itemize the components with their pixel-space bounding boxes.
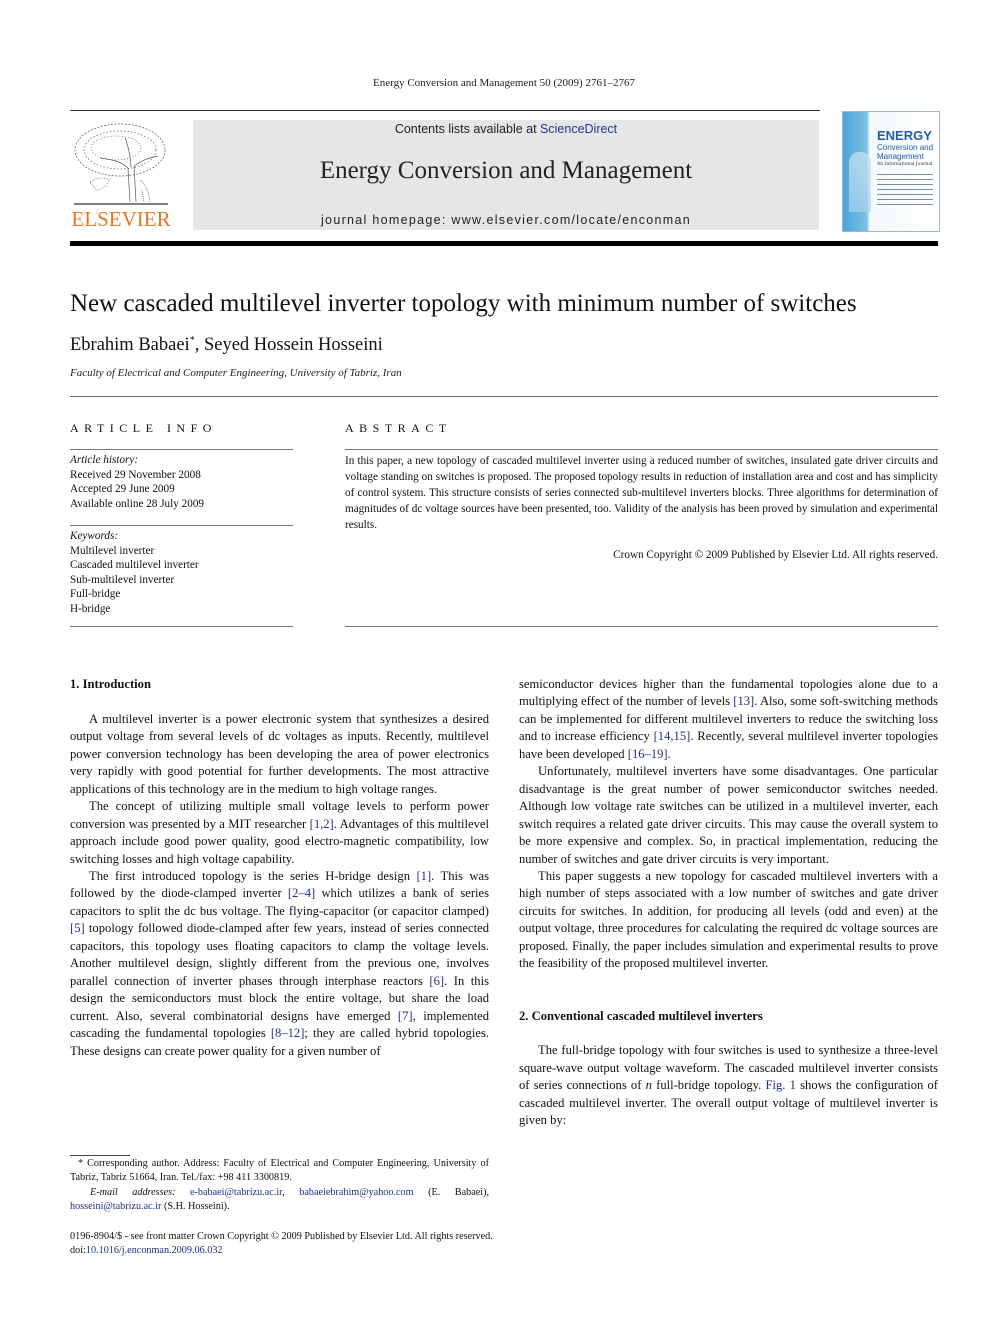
- divider: [345, 449, 938, 450]
- history-received: Received 29 November 2008: [70, 468, 201, 481]
- text-run: topology followed diode-clamped after fe…: [70, 921, 489, 988]
- publication-info: 0196-8904/$ - see front matter Crown Cop…: [70, 1230, 493, 1259]
- separator: ,: [282, 1186, 300, 1198]
- divider: [345, 626, 938, 627]
- issn-line: 0196-8904/$ - see front matter Crown Cop…: [70, 1231, 493, 1242]
- keyword: Sub-multilevel inverter: [70, 573, 175, 586]
- article-history: Article history: Received 29 November 20…: [70, 453, 204, 511]
- section-heading-introduction: 1. Introduction: [70, 677, 151, 691]
- paragraph: The concept of utilizing multiple small …: [70, 798, 489, 868]
- tree-icon: [74, 123, 168, 205]
- citation-link[interactable]: [14,15]: [654, 729, 691, 743]
- article-info-heading: ARTICLE INFO: [70, 421, 217, 435]
- citation-link[interactable]: [5]: [70, 921, 85, 935]
- cover-subtitle: Conversion and Management: [877, 143, 934, 161]
- figure-link[interactable]: Fig. 1: [766, 1078, 796, 1092]
- sciencedirect-link[interactable]: ScienceDirect: [540, 122, 617, 136]
- author-1[interactable]: Ebrahim Babaei: [70, 335, 190, 355]
- doi-label: doi:: [70, 1245, 86, 1257]
- elsevier-wordmark: ELSEVIER: [71, 207, 171, 231]
- paragraph-continued: semiconductor devices higher than the fu…: [519, 676, 938, 763]
- journal-banner: Contents lists available at ScienceDirec…: [193, 120, 819, 230]
- abstract-text: In this paper, a new topology of cascade…: [345, 455, 938, 531]
- keyword: Full-bridge: [70, 588, 121, 600]
- text-run: The first introduced topology is the ser…: [89, 868, 417, 883]
- keywords-label: Keywords:: [70, 530, 119, 542]
- citation-link[interactable]: [13]: [733, 694, 754, 708]
- email-label: E-mail addresses:: [90, 1186, 176, 1198]
- header-rule: [70, 110, 820, 111]
- cover-title: ENERGY: [877, 128, 932, 143]
- author-2[interactable]: , Seyed Hossein Hosseini: [195, 335, 383, 355]
- citation-link[interactable]: [1,2]: [310, 817, 334, 831]
- divider: [70, 525, 293, 526]
- citation-link[interactable]: [2–4]: [288, 886, 315, 900]
- paragraph: This paper suggests a new topology for c…: [519, 868, 938, 971]
- keyword: H-bridge: [70, 602, 111, 615]
- body-column-left: 1. Introduction A multilevel inverter is…: [70, 676, 489, 1060]
- citation-link[interactable]: [7]: [398, 1009, 413, 1023]
- doi-line: doi:10.1016/j.enconman.2009.06.032: [70, 1244, 493, 1258]
- divider: [70, 626, 293, 627]
- keywords: Keywords: Multilevel inverter Cascaded m…: [70, 529, 199, 616]
- history-accepted: Accepted 29 June 2009: [70, 483, 175, 495]
- cover-contents-lines: [877, 174, 933, 209]
- divider: [70, 449, 293, 450]
- citation-link[interactable]: [16–19]: [628, 747, 668, 761]
- footnote-corresponding: * Corresponding author. Address: Faculty…: [70, 1157, 489, 1186]
- contents-line: Contents lists available at ScienceDirec…: [193, 122, 819, 136]
- abstract-copyright: Crown Copyright © 2009 Published by Else…: [613, 549, 938, 561]
- footnotes: * Corresponding author. Address: Faculty…: [70, 1157, 489, 1214]
- paragraph: The first introduced topology is the ser…: [70, 868, 489, 1060]
- paragraph: A multilevel inverter is a power electro…: [70, 711, 489, 796]
- affiliation: Faculty of Electrical and Computer Engin…: [70, 367, 402, 379]
- text-run: full-bridge topology.: [651, 1078, 766, 1093]
- history-label: Article history:: [70, 454, 139, 466]
- footnote-text: * Corresponding author. Address: Faculty…: [70, 1158, 489, 1184]
- elsevier-logo[interactable]: ELSEVIER: [70, 120, 172, 232]
- abstract-heading: ABSTRACT: [345, 421, 452, 435]
- email-link[interactable]: babaeiebrahim@yahoo.com: [299, 1187, 413, 1198]
- paragraph: The full-bridge topology with four switc…: [519, 1042, 938, 1129]
- paragraph: Unfortunately, multilevel inverters have…: [519, 764, 938, 866]
- citation-link[interactable]: [6]: [429, 974, 444, 988]
- text-run: .: [667, 746, 671, 761]
- running-head: Energy Conversion and Management 50 (200…: [373, 77, 635, 89]
- email-link[interactable]: hosseini@tabrizu.ac.ir: [70, 1201, 161, 1212]
- history-online: Available online 28 July 2009: [70, 497, 205, 510]
- contents-prefix: Contents lists available at: [394, 122, 541, 136]
- authors: Ebrahim Babaei*, Seyed Hossein Hosseini: [70, 335, 383, 356]
- journal-homepage-link[interactable]: journal homepage: www.elsevier.com/locat…: [193, 213, 819, 227]
- divider: [70, 396, 938, 397]
- doi-link[interactable]: 10.1016/j.enconman.2009.06.032: [86, 1245, 223, 1256]
- footnote-emails: E-mail addresses: e-babaei@tabrizu.ac.ir…: [70, 1186, 489, 1215]
- email-link[interactable]: e-babaei@tabrizu.ac.ir: [190, 1187, 282, 1198]
- keyword: Cascaded multilevel inverter: [70, 559, 199, 571]
- header-thick-rule: [70, 241, 938, 246]
- body-column-right: semiconductor devices higher than the fu…: [519, 676, 938, 1130]
- email-owner: (S.H. Hosseini).: [161, 1200, 230, 1212]
- keyword: Multilevel inverter: [70, 544, 155, 557]
- citation-link[interactable]: [8–12]: [271, 1026, 305, 1040]
- cooling-tower-icon: [849, 152, 871, 212]
- email-owner: (E. Babaei),: [413, 1186, 490, 1198]
- section-heading-conventional: 2. Conventional cascaded multilevel inve…: [519, 1008, 763, 1023]
- cover-tagline: An International Journal: [877, 162, 933, 167]
- footnote-rule: [70, 1155, 130, 1156]
- journal-title: Energy Conversion and Management: [319, 157, 693, 184]
- citation-link[interactable]: [1]: [416, 869, 431, 883]
- article-title: New cascaded multilevel inverter topolog…: [70, 290, 857, 317]
- journal-cover-thumbnail[interactable]: ENERGY Conversion and Management An Inte…: [842, 111, 940, 232]
